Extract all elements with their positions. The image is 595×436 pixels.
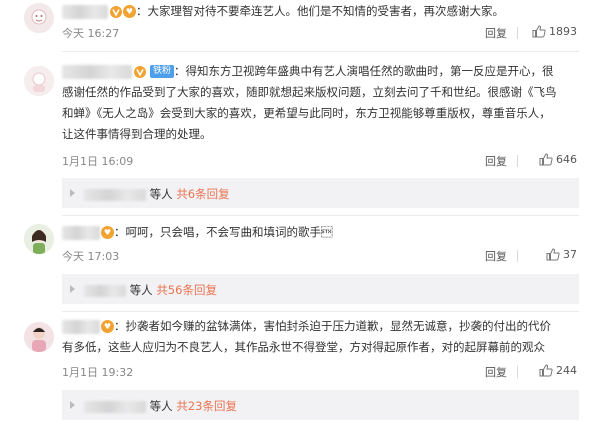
- username[interactable]: [62, 319, 100, 334]
- arrow-right-icon: [70, 189, 75, 197]
- comment-text: ：呵呵，只会唱，不会写曲和填词的歌手: [114, 225, 333, 239]
- reply-button[interactable]: 回复: [485, 25, 507, 41]
- subreplies-box[interactable]: 等人 共6条回复: [62, 178, 579, 208]
- divider: [517, 27, 518, 39]
- username[interactable]: [84, 284, 126, 297]
- subreplies-summary: 等人 共56条回复: [84, 282, 217, 298]
- arrow-right-icon: [70, 285, 75, 293]
- comment-meta: 1月1日 16:09 回复 646: [62, 153, 579, 169]
- comment-meta: 今天 17:03 回复 37: [62, 248, 579, 264]
- comment-text: ：大家理智对待不要牵连艺人。他们是不知情的受害者，再次感谢大家。: [136, 4, 504, 18]
- username[interactable]: [62, 64, 132, 79]
- thumbs-up-icon: [539, 364, 553, 377]
- subreplies-link[interactable]: 共56条回复: [156, 283, 217, 297]
- v-badge-icon: [110, 5, 122, 18]
- fan-badge-icon: ♥: [101, 320, 114, 333]
- like-button[interactable]: 244: [539, 364, 577, 377]
- fan-level-badge: 铁粉: [150, 65, 175, 78]
- comment-time: 1月1日 19:32: [62, 366, 134, 379]
- like-count: 244: [556, 364, 577, 377]
- avatar[interactable]: [24, 224, 54, 254]
- avatar-image: [24, 224, 54, 254]
- divider: [517, 155, 518, 167]
- comment-time: 1月1日 16:09: [62, 155, 134, 168]
- divider: [62, 215, 579, 216]
- avatar-image: [24, 66, 54, 96]
- like-button[interactable]: 37: [546, 248, 577, 261]
- comment-text-line: 让这件事情得到合理的处理。: [62, 127, 212, 141]
- like-count: 646: [556, 153, 577, 166]
- subreplies-prefix: 等人: [129, 283, 153, 297]
- thumbs-up-icon: [539, 153, 553, 166]
- comment-text-line: 有多低，这些人应归为不良艺人，其作品永世不得登堂，方对得起原作者，对的起屏幕前的…: [62, 340, 545, 354]
- like-count: 37: [563, 248, 577, 261]
- subreplies-link[interactable]: 共23条回复: [176, 399, 237, 413]
- like-count: 1893: [549, 25, 577, 38]
- subreplies-prefix: 等人: [149, 399, 173, 413]
- comment-time: 今天 17:03: [62, 250, 120, 263]
- subreplies-link[interactable]: 共6条回复: [176, 187, 229, 201]
- comment-text-line: ：得知东方卫视跨年盛典中有艺人演唱任然的歌曲时，第一反应是开心，很: [174, 64, 554, 78]
- arrow-right-icon: [70, 401, 75, 409]
- avatar[interactable]: [24, 3, 54, 33]
- reply-button[interactable]: 回复: [485, 153, 507, 169]
- thumbs-up-icon: [546, 248, 560, 261]
- divider: [517, 250, 518, 262]
- subreplies-box[interactable]: 等人 共56条回复: [62, 274, 579, 304]
- subreplies-box[interactable]: 等人 共23条回复: [62, 390, 579, 420]
- comment-meta: 1月1日 19:32 回复 244: [62, 364, 579, 380]
- like-button[interactable]: 646: [539, 153, 577, 166]
- username[interactable]: [84, 188, 146, 201]
- avatar[interactable]: [24, 66, 54, 96]
- comment-text-line: 和蝉》《无人之岛》会受到大家的喜欢，更希望与此同时，东方卫视能够尊重版权，尊重音…: [62, 106, 551, 120]
- fan-badge-icon: ♥: [101, 226, 114, 239]
- fan-badge-icon: ♥: [123, 5, 136, 18]
- subreplies-prefix: 等人: [149, 187, 173, 201]
- divider: [517, 366, 518, 378]
- reply-button[interactable]: 回复: [485, 364, 507, 380]
- divider: [62, 311, 579, 312]
- comment-meta: 今天 16:27 回复 1893: [62, 25, 579, 41]
- avatar-image: [24, 3, 54, 33]
- avatar[interactable]: [24, 322, 54, 352]
- username[interactable]: [62, 4, 108, 19]
- reply-button[interactable]: 回复: [485, 248, 507, 264]
- thumbs-up-icon: [532, 25, 546, 38]
- like-button[interactable]: 1893: [532, 25, 577, 38]
- comment-text-line: ：抄袭者如今赚的盆钵满体，害怕封杀迫于压力道歉，显然无诚意，抄袭的付出的代价: [114, 319, 551, 333]
- v-badge-icon: [134, 65, 146, 78]
- subreplies-summary: 等人 共23条回复: [84, 398, 237, 414]
- username[interactable]: [84, 400, 146, 413]
- subreplies-summary: 等人 共6条回复: [84, 186, 230, 202]
- comment-text-line: 感谢任然的作品受到了大家的喜欢，随即就想起来版权问题，立刻去问了千和世纪。很感谢…: [62, 85, 557, 99]
- username[interactable]: [62, 225, 100, 240]
- comment-time: 今天 16:27: [62, 27, 120, 40]
- divider: [62, 51, 579, 52]
- avatar-image: [24, 322, 54, 352]
